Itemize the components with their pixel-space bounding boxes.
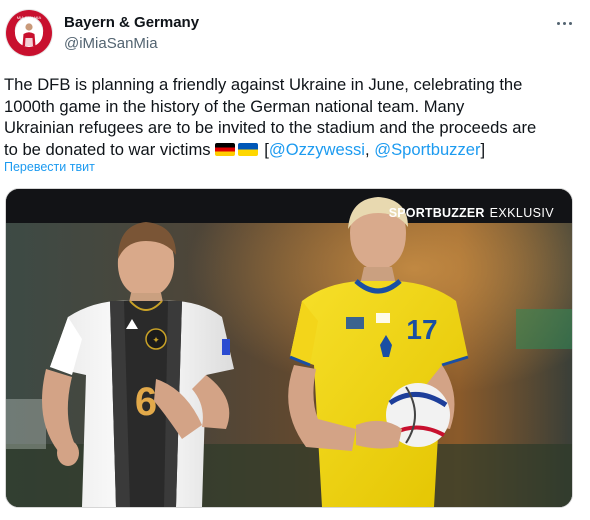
tweet-media-image[interactable]: ✦ 6 17 SPORTBUZZER EXKLUSIV	[5, 188, 573, 508]
svg-text:MIA SAN MIA: MIA SAN MIA	[17, 15, 42, 20]
svg-text:✦: ✦	[152, 335, 160, 345]
ukraine-flag-icon	[238, 142, 259, 156]
more-dot	[556, 21, 560, 25]
translate-tweet-link[interactable]: Перевести твит	[4, 160, 95, 174]
more-dot	[562, 21, 566, 25]
germany-shirt-number: 6	[135, 380, 157, 424]
mention-link-sportbuzzer[interactable]: @Sportbuzzer	[374, 140, 480, 159]
tweet-card: MIA SAN MIA Bayern & Germany @iMiaSanMia…	[0, 0, 590, 520]
mention-link-ozzywessi[interactable]: @Ozzywessi	[269, 140, 365, 159]
tweet-footer-spacer	[0, 508, 590, 520]
tweet-text: The DFB is planning a friendly against U…	[4, 74, 584, 160]
mention-separator: ,	[364, 139, 375, 159]
media-source-tag: SPORTBUZZER EXKLUSIV	[389, 206, 554, 220]
tweet-text-line: Ukrainian refugees are to be invited to …	[4, 118, 537, 137]
media-tag-bold: SPORTBUZZER	[388, 206, 485, 220]
media-photo-illustration: ✦ 6 17	[6, 189, 572, 507]
tweet-text-line: The DFB is planning a friendly against U…	[4, 75, 523, 94]
bracket-close: ]	[480, 139, 486, 159]
tweet-text-prefix: to be donated to war victims	[4, 139, 216, 159]
germany-flag-icon	[215, 142, 236, 156]
more-dot	[568, 21, 572, 25]
media-tag-light: EXKLUSIV	[489, 206, 554, 220]
tweet-text-line-last: to be donated to war victims [@Ozzywessi…	[4, 139, 584, 161]
more-horizontal-icon[interactable]	[552, 14, 576, 32]
author-avatar[interactable]: MIA SAN MIA	[6, 10, 52, 56]
author-handle[interactable]: @iMiaSanMia	[64, 35, 158, 52]
author-name[interactable]: Bayern & Germany	[64, 14, 199, 31]
ukraine-shirt-number: 17	[406, 314, 437, 345]
avatar-player-graphic: MIA SAN MIA	[15, 15, 43, 47]
tweet-text-line: 1000th game in the history of the German…	[4, 96, 465, 116]
